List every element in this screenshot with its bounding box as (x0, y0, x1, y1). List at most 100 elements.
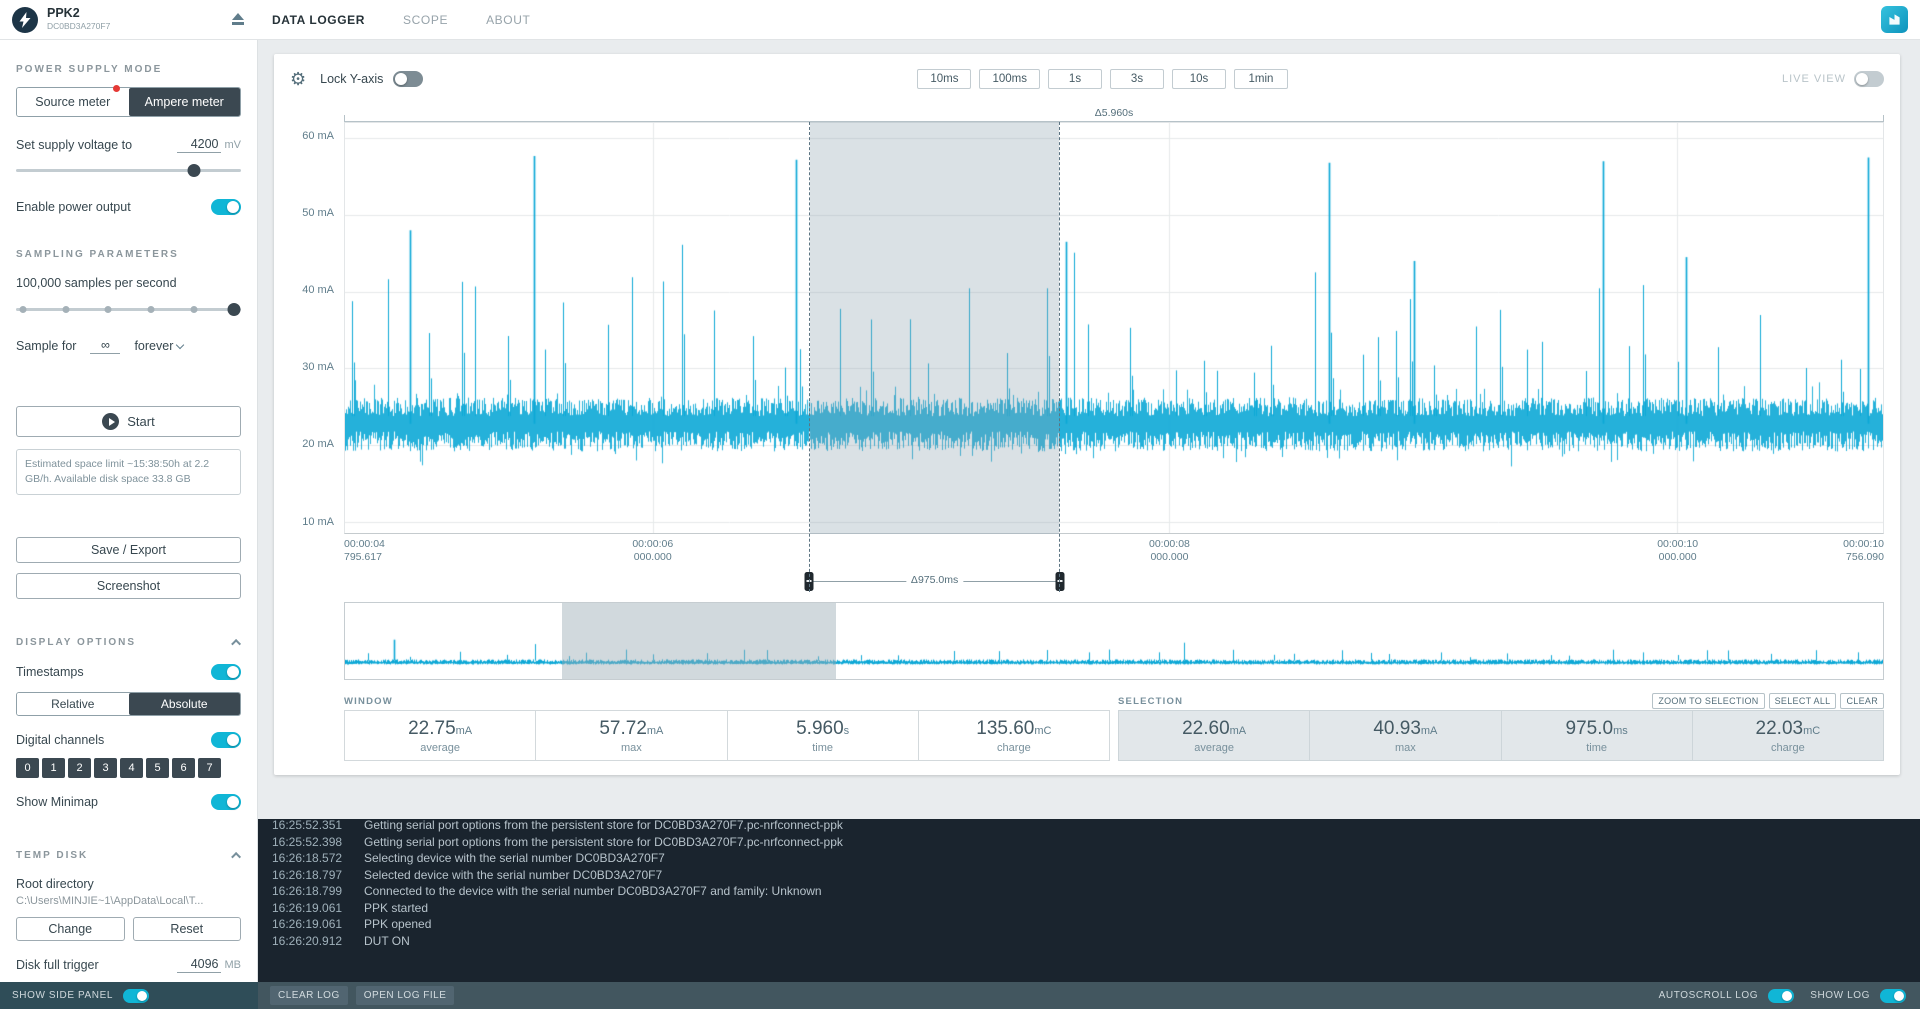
sampling-parameters-heading: SAMPLING PARAMETERS (16, 249, 241, 260)
log-entry: 16:26:20.912DUT ON (272, 933, 1906, 950)
selection-left-handle[interactable] (805, 572, 814, 591)
voltage-slider[interactable] (16, 163, 241, 177)
digital-channels-toggle[interactable] (211, 732, 241, 748)
window-1s-button[interactable]: 1s (1048, 69, 1102, 89)
minimap[interactable] (344, 602, 1884, 680)
sample-duration-input[interactable]: ∞ (90, 338, 120, 354)
display-options-heading[interactable]: DISPLAY OPTIONS (16, 637, 241, 648)
window-delta-label: Δ5.960s (1089, 107, 1140, 119)
minimap-view-window[interactable] (562, 603, 836, 679)
ampere-meter-button[interactable]: Ampere meter (129, 88, 241, 116)
channel-1-button[interactable]: 1 (42, 758, 65, 778)
digital-channel-buttons: 0 1 2 3 4 5 6 7 (16, 758, 241, 778)
enable-power-output-toggle[interactable] (211, 199, 241, 215)
eject-device-icon[interactable] (230, 13, 246, 27)
window-charge-box: 135.60mC charge (919, 710, 1110, 761)
selection-charge-box: 22.03mC charge (1693, 710, 1884, 761)
show-log-label: SHOW LOG (1810, 990, 1870, 1001)
tab-data-logger[interactable]: DATA LOGGER (272, 13, 365, 27)
window-100ms-button[interactable]: 100ms (979, 69, 1040, 89)
select-all-button[interactable]: SELECT ALL (1769, 693, 1837, 709)
show-side-panel-label: SHOW SIDE PANEL (12, 990, 113, 1001)
timestamps-label: Timestamps (16, 665, 211, 679)
x-axis-labels: 00:00:04795.617 00:00:06000.000 00:00:08… (344, 538, 1884, 570)
main-content: ⚙ Lock Y-axis 10ms 100ms 1s 3s 10s 1min (258, 40, 1920, 819)
absolute-button[interactable]: Absolute (129, 693, 241, 715)
screenshot-button[interactable]: Screenshot (16, 573, 241, 599)
sample-rate-slider-knob[interactable] (228, 303, 241, 316)
voltage-input[interactable]: 4200 (177, 137, 221, 153)
show-log-toggle[interactable] (1880, 989, 1906, 1003)
voltage-slider-knob[interactable] (187, 164, 200, 177)
selection-right-handle[interactable] (1056, 572, 1065, 591)
channel-2-button[interactable]: 2 (68, 758, 91, 778)
log-entry: 16:26:18.572Selecting device with the se… (272, 850, 1906, 867)
sample-duration-select[interactable]: forever (134, 339, 183, 353)
window-average-box: 22.75mA average (344, 710, 536, 761)
selection-stats: SELECTION ZOOM TO SELECTION SELECT ALL C… (1118, 692, 1884, 761)
chevron-down-icon (176, 341, 184, 349)
window-delta-ruler: Δ5.960s (344, 110, 1884, 122)
sample-for-label: Sample for (16, 339, 76, 353)
window-stats: WINDOW 22.75mA average 57.72mA max (344, 692, 1110, 761)
clear-selection-button[interactable]: CLEAR (1840, 693, 1884, 709)
relative-button[interactable]: Relative (17, 693, 129, 715)
clear-log-button[interactable]: CLEAR LOG (270, 986, 348, 1005)
window-1min-button[interactable]: 1min (1234, 69, 1288, 89)
channel-7-button[interactable]: 7 (198, 758, 221, 778)
main-chart[interactable] (344, 122, 1884, 534)
device-selector[interactable]: PPK2 DC0BD3A270F7 (0, 0, 258, 39)
disk-estimate-info: Estimated space limit ~15:38:50h at 2.2 … (16, 449, 241, 495)
channel-5-button[interactable]: 5 (146, 758, 169, 778)
reset-directory-button[interactable]: Reset (133, 917, 242, 941)
digital-channels-label: Digital channels (16, 733, 211, 747)
window-10s-button[interactable]: 10s (1172, 69, 1226, 89)
temp-disk-heading[interactable]: TEMP DISK (16, 850, 241, 861)
chart-settings-gear-icon[interactable]: ⚙ (290, 70, 306, 88)
change-directory-button[interactable]: Change (16, 917, 125, 941)
chart-controls: ⚙ Lock Y-axis 10ms 100ms 1s 3s 10s 1min (290, 62, 1884, 96)
channel-0-button[interactable]: 0 (16, 758, 39, 778)
window-time-box: 5.960s time (728, 710, 919, 761)
stats-row: WINDOW 22.75mA average 57.72mA max (344, 692, 1884, 761)
lock-y-axis-toggle[interactable] (393, 71, 423, 87)
meter-mode-segmented: Source meter Ampere meter (16, 87, 241, 117)
autoscroll-log-label: AUTOSCROLL LOG (1659, 990, 1759, 1001)
app-logo-icon (12, 7, 38, 33)
main-chart-canvas[interactable] (345, 123, 1883, 533)
notification-dot (113, 85, 120, 92)
tab-scope[interactable]: SCOPE (403, 13, 448, 27)
selection-delta-label: Δ975.0ms (906, 574, 963, 586)
disk-full-trigger-label: Disk full trigger (16, 958, 177, 972)
open-log-file-button[interactable]: OPEN LOG FILE (356, 986, 455, 1005)
window-stats-heading: WINDOW (344, 696, 393, 707)
window-3s-button[interactable]: 3s (1110, 69, 1164, 89)
root-directory-path: C:\Users\MINJIE~1\AppData\Local\T... (16, 895, 241, 907)
voltage-label: Set supply voltage to (16, 138, 177, 152)
show-minimap-toggle[interactable] (211, 794, 241, 810)
timestamps-toggle[interactable] (211, 664, 241, 680)
autoscroll-log-toggle[interactable] (1768, 989, 1794, 1003)
app-window: PPK2 DC0BD3A270F7 DATA LOGGER SCOPE ABOU… (0, 0, 1920, 1009)
tab-about[interactable]: ABOUT (486, 13, 530, 27)
channel-6-button[interactable]: 6 (172, 758, 195, 778)
sample-rate-slider[interactable] (16, 302, 241, 316)
live-view-toggle[interactable] (1854, 71, 1884, 87)
window-max-box: 57.72mA max (536, 710, 727, 761)
start-button[interactable]: Start (16, 406, 241, 437)
time-format-segmented: Relative Absolute (16, 692, 241, 716)
log-entry: 16:25:52.398Getting serial port options … (272, 834, 1906, 851)
show-side-panel-toggle[interactable] (123, 989, 149, 1003)
zoom-to-selection-button[interactable]: ZOOM TO SELECTION (1652, 693, 1764, 709)
window-10ms-button[interactable]: 10ms (917, 69, 971, 89)
voltage-unit: mV (225, 139, 242, 151)
channel-4-button[interactable]: 4 (120, 758, 143, 778)
selection-stats-heading: SELECTION (1118, 696, 1183, 707)
disk-full-trigger-input[interactable]: 4096 (177, 957, 221, 973)
sample-rate-text: 100,000 samples per second (16, 276, 241, 290)
save-export-button[interactable]: Save / Export (16, 537, 241, 563)
source-meter-button[interactable]: Source meter (17, 88, 129, 116)
disk-full-trigger-unit: MB (225, 959, 242, 971)
channel-3-button[interactable]: 3 (94, 758, 117, 778)
show-minimap-label: Show Minimap (16, 795, 211, 809)
